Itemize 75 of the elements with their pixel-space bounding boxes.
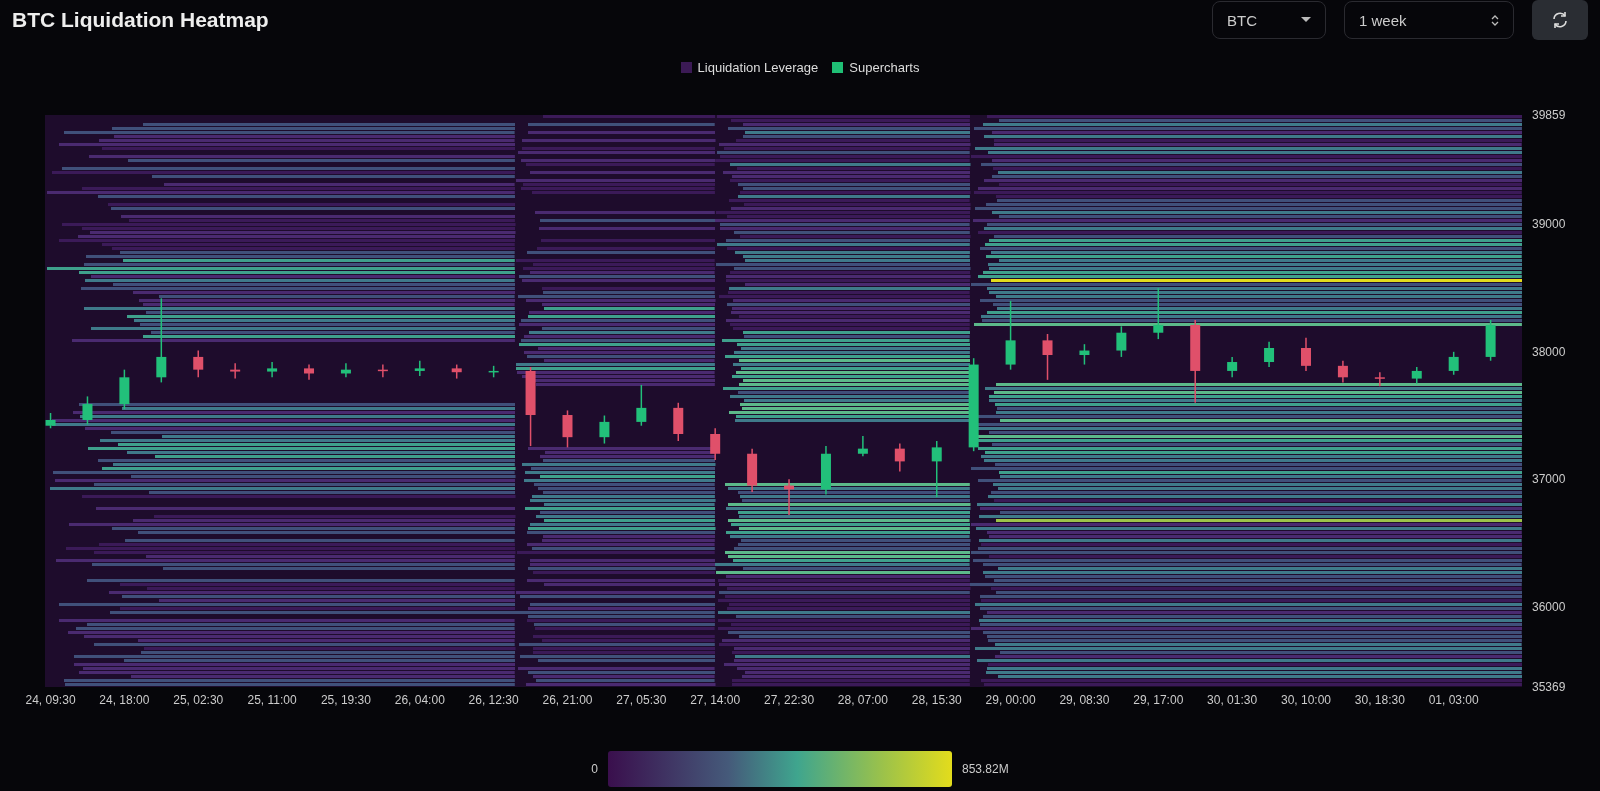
candlestick [931, 440, 942, 498]
candlestick [1411, 366, 1422, 385]
candlestick [119, 368, 130, 410]
scale-max: 853.82M [962, 762, 1009, 776]
candlestick [1448, 351, 1459, 376]
x-axis-label: 26, 21:00 [542, 693, 593, 707]
candlestick [562, 409, 573, 449]
candlestick [1079, 343, 1090, 366]
candlestick [82, 395, 93, 426]
legend-label[interactable]: Supercharts [849, 60, 920, 75]
candlestick [1301, 337, 1311, 372]
x-axis-label: 29, 08:30 [1059, 693, 1110, 707]
candlestick [857, 435, 868, 458]
x-axis-label: 25, 02:30 [173, 693, 224, 707]
x-axis-label: 26, 12:30 [468, 693, 519, 707]
candlestick [599, 414, 610, 445]
range-select[interactable]: 1 week [1344, 1, 1514, 39]
symbol-value: BTC [1227, 11, 1257, 29]
x-axis-label: 28, 15:30 [911, 693, 962, 707]
candlestick [267, 361, 278, 379]
candlestick [1337, 360, 1348, 384]
y-axis-label: 35369 [1532, 680, 1566, 694]
candlestick [1042, 333, 1053, 381]
candlestick [1116, 325, 1127, 358]
candlestick [1264, 340, 1275, 368]
symbol-dropdown[interactable]: BTC [1212, 1, 1326, 39]
y-axis-label: 39859 [1532, 108, 1566, 122]
x-axis-label: 30, 10:00 [1280, 693, 1331, 707]
candlestick [636, 384, 647, 427]
candlestick [1227, 356, 1238, 379]
x-axis-label: 27, 14:00 [690, 693, 741, 707]
candlestick [710, 427, 721, 461]
candlestick [304, 363, 314, 381]
candlestick [414, 360, 425, 377]
candlestick [340, 362, 351, 379]
x-axis-label: 26, 04:00 [394, 693, 445, 707]
updown-icon [1491, 13, 1499, 27]
x-axis-label: 01, 03:00 [1428, 693, 1479, 707]
x-axis-label: 29, 17:00 [1133, 693, 1184, 707]
x-axis-label: 24, 18:00 [99, 693, 150, 707]
legend-label[interactable]: Liquidation Leverage [697, 60, 819, 75]
x-axis-label: 28, 07:00 [837, 693, 888, 707]
y-axis-label: 37000 [1532, 472, 1566, 487]
x-axis-label: 25, 19:30 [320, 693, 371, 707]
caret-icon [1301, 17, 1311, 23]
x-axis-label: 30, 18:30 [1354, 693, 1405, 707]
x-axis-label: 24, 09:30 [25, 693, 76, 707]
candlestick [377, 363, 388, 379]
scale-min: 0 [591, 762, 598, 776]
candlestick [784, 478, 795, 516]
candlestick [673, 402, 684, 442]
x-axis-label: 27, 22:30 [764, 693, 815, 707]
x-axis-label: 27, 05:30 [616, 693, 667, 707]
candlestick [1005, 300, 1016, 371]
refresh-button[interactable] [1532, 0, 1588, 40]
candlestick [45, 412, 56, 429]
page-title: BTC Liquidation Heatmap [12, 8, 270, 32]
y-axis-label: 39000 [1532, 217, 1566, 232]
candlestick [894, 442, 905, 473]
x-axis-label: 30, 01:30 [1207, 693, 1258, 707]
refresh-icon [1551, 11, 1569, 29]
x-axis-label: 25, 11:00 [247, 693, 297, 707]
x-axis-label: 29, 00:00 [985, 693, 1036, 707]
y-axis-label: 36000 [1532, 599, 1566, 614]
candlestick [747, 447, 758, 493]
candlestick [820, 445, 831, 496]
range-value: 1 week [1359, 11, 1407, 29]
candlestick [488, 365, 499, 379]
y-axis-label: 38000 [1532, 344, 1566, 359]
candlestick [451, 363, 462, 380]
candlestick [193, 349, 204, 379]
candlestick [1374, 371, 1385, 387]
candlestick [230, 362, 241, 380]
candlestick [1153, 287, 1164, 340]
candlestick [1485, 319, 1496, 362]
